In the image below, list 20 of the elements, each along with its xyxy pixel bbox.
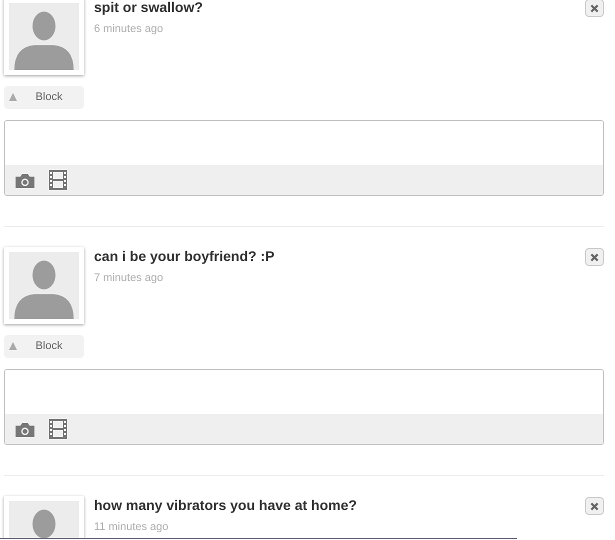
close-icon <box>590 4 599 12</box>
warning-icon <box>9 342 17 350</box>
question-text: can i be your boyfriend? :P <box>94 248 276 265</box>
camera-icon[interactable] <box>15 172 35 188</box>
question-text: how many vibrators you have at home? <box>94 497 358 514</box>
block-button[interactable]: Block <box>4 335 84 358</box>
close-icon <box>590 252 599 262</box>
timestamp: 6 minutes ago <box>94 22 164 37</box>
film-icon[interactable] <box>49 170 67 190</box>
close-button[interactable] <box>585 497 604 515</box>
warning-icon <box>9 93 17 101</box>
close-button[interactable] <box>585 0 604 17</box>
timestamp: 11 minutes ago <box>94 520 170 535</box>
question-text: spit or swallow? <box>94 0 204 16</box>
camera-icon[interactable] <box>15 422 35 436</box>
timestamp: 7 minutes ago <box>94 271 164 286</box>
block-button[interactable]: Block <box>4 86 84 109</box>
close-button[interactable] <box>585 248 604 266</box>
film-icon[interactable] <box>49 419 67 439</box>
close-icon <box>590 502 599 510</box>
